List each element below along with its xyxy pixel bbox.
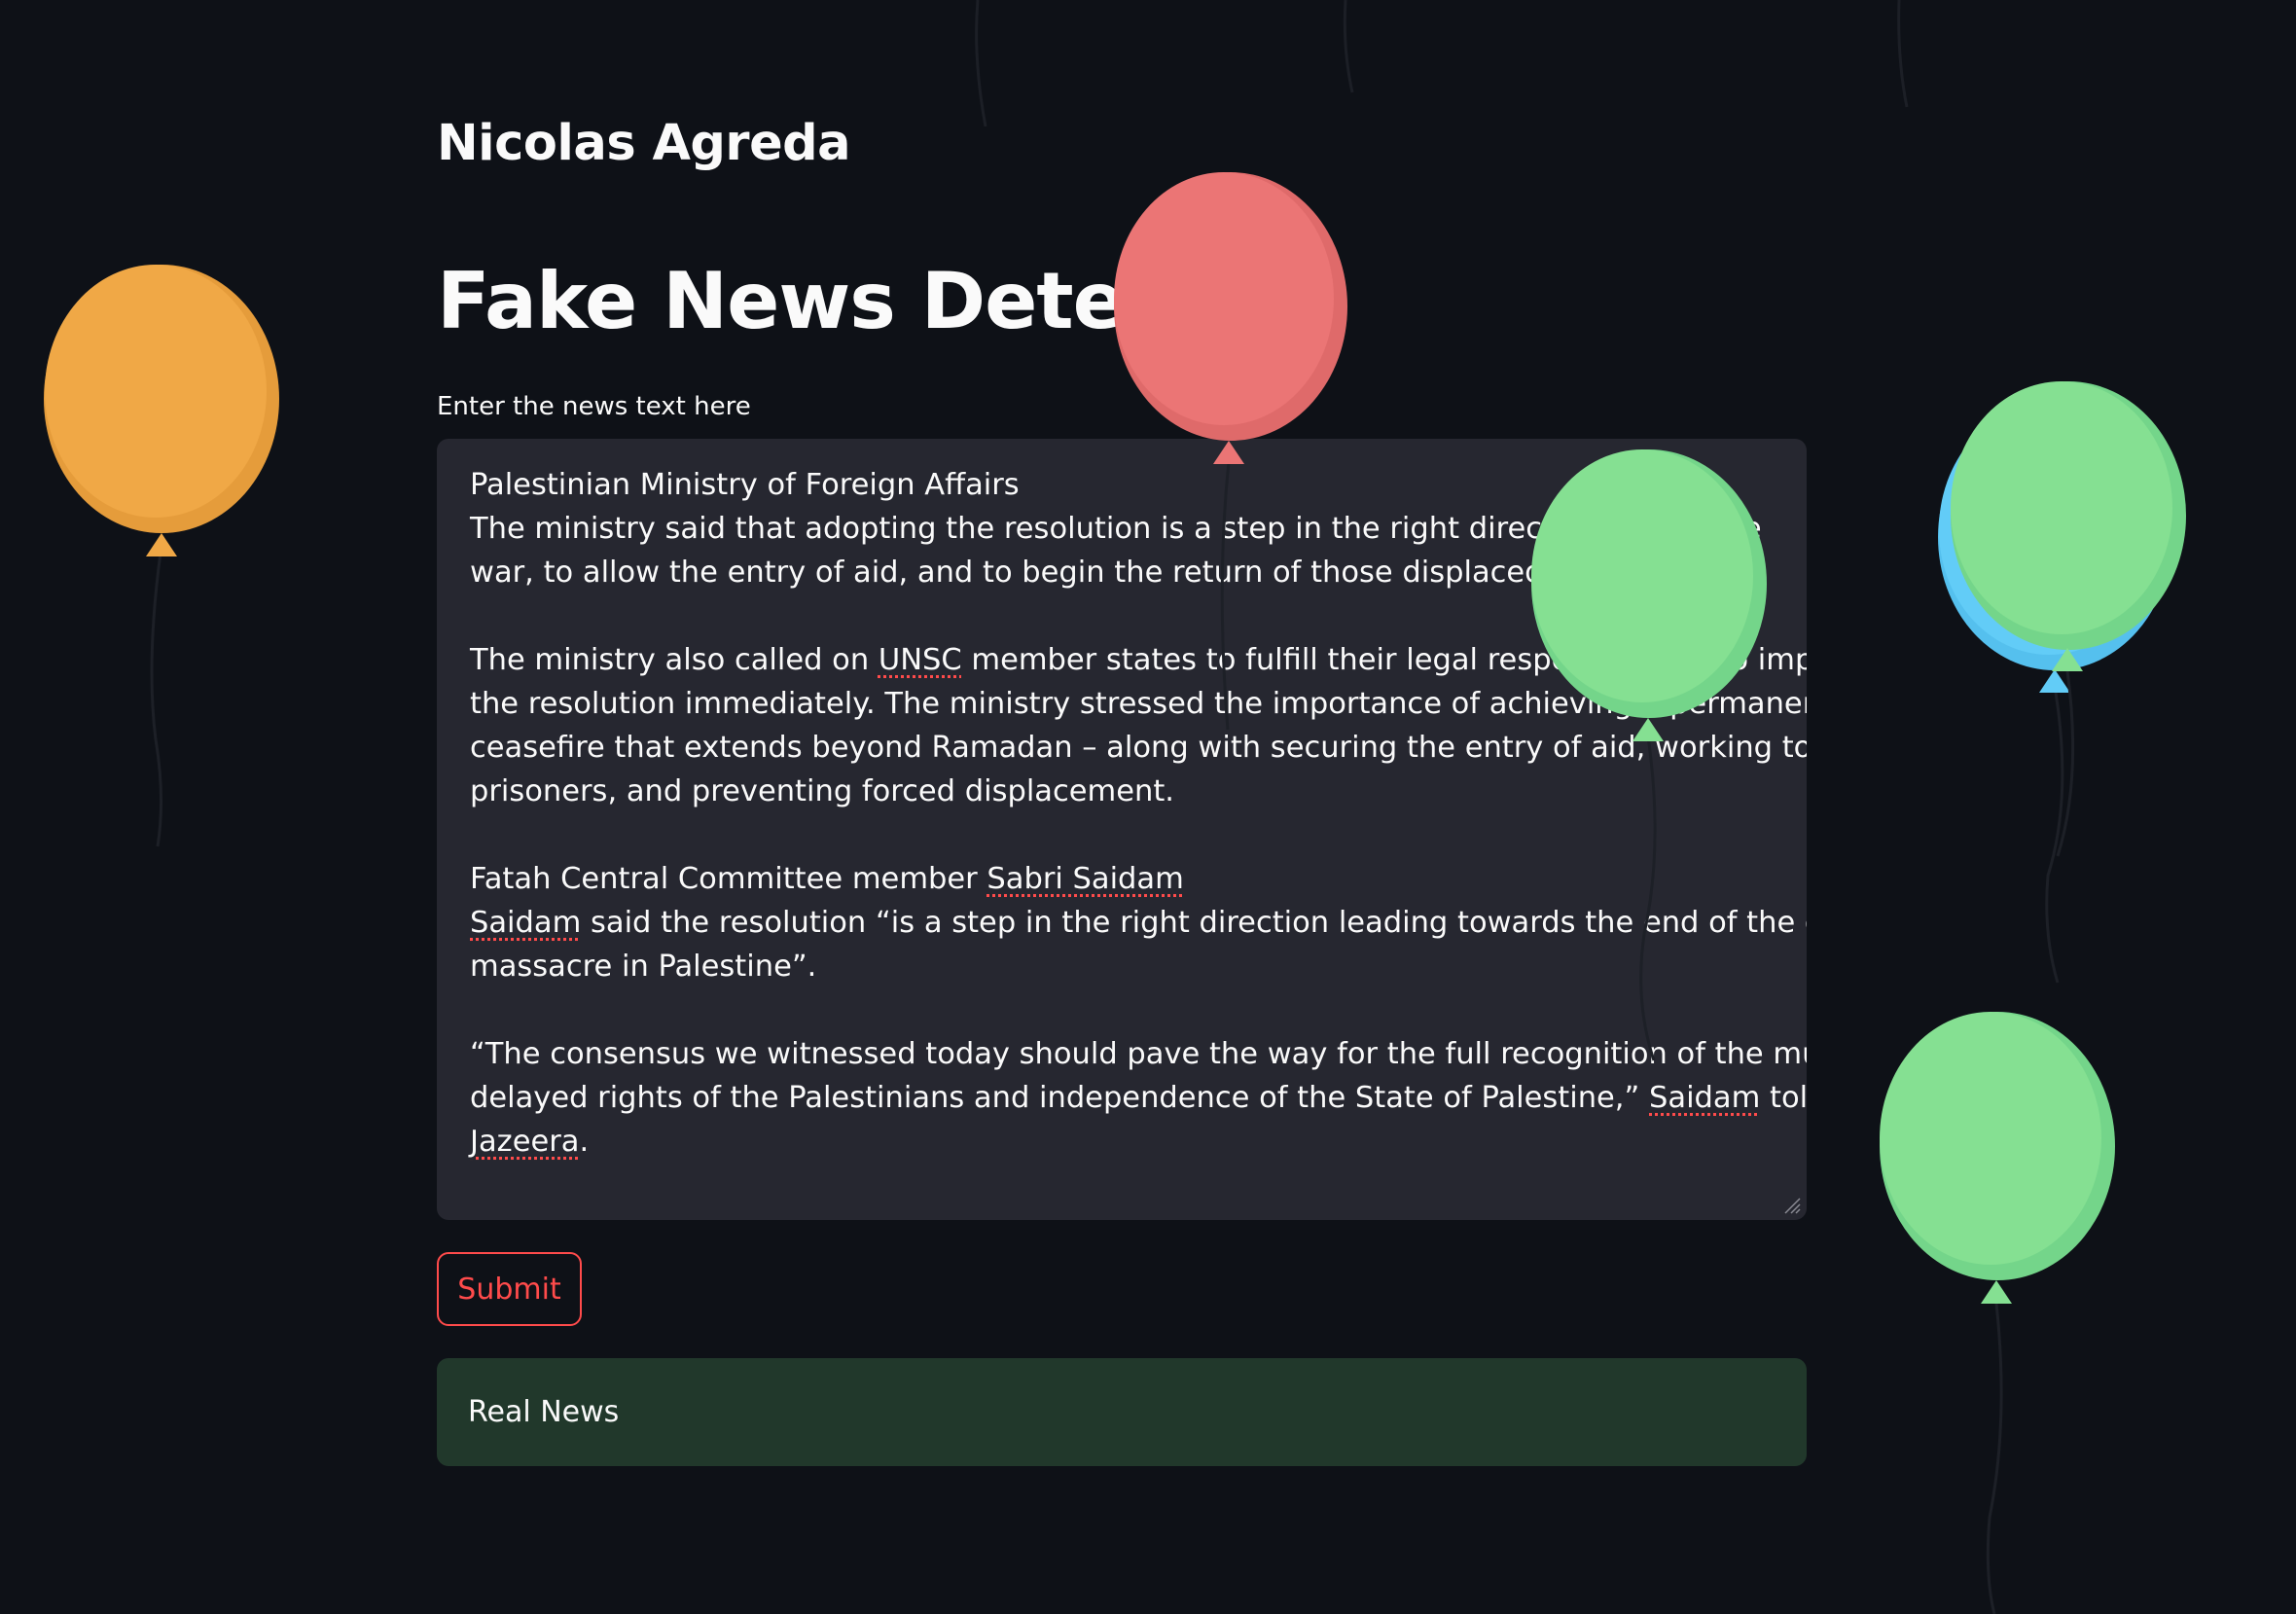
resize-handle-icon[interactable] [1781, 1195, 1801, 1214]
text-fragment: The ministry also called on [470, 643, 879, 677]
text-paragraph: The ministry also called on UNSC member … [470, 638, 1807, 813]
text-line: ceasefire that extends beyond Ramadan – … [470, 731, 1807, 765]
text-line: “The consensus we witnessed today should… [470, 1037, 1807, 1071]
text-line: prisoners, and preventing forced displac… [470, 774, 1174, 808]
text-line: The ministry said that adopting the reso… [470, 512, 1762, 546]
author-heading: Nicolas Agreda [437, 115, 851, 172]
text-line: Fatah Central Committee member Sabri Sai… [470, 857, 1774, 901]
text-fragment: Fatah Central Committee member [470, 862, 987, 896]
text-fragment: member states to fulfill their legal res… [971, 643, 1807, 677]
text-fragment: said the resolution “is a step in the ri… [581, 906, 1807, 940]
text-line: Saidam said the resolution “is a step in… [470, 901, 1807, 945]
spellcheck-word: Saidam [1649, 1081, 1761, 1115]
text-line: The ministry also called on UNSC member … [470, 638, 1807, 682]
green-balloon-icon [1880, 1012, 2115, 1614]
text-line: delayed rights of the Palestinians and i… [470, 1076, 1807, 1120]
spellcheck-word: Sabri Saidam [987, 862, 1184, 896]
page-title: Fake News Detection [437, 256, 1340, 346]
result-text: Real News [468, 1395, 620, 1429]
text-fragment: delayed rights of the Palestinians and i… [470, 1081, 1650, 1115]
text-line: the resolution immediately. The ministry… [470, 687, 1807, 721]
balloon-string [1897, 0, 1909, 108]
text-line: massacre in Palestine”. [470, 950, 817, 984]
spellcheck-word: UNSC [878, 643, 962, 677]
text-paragraph: “The consensus we witnessed today should… [470, 1032, 1807, 1164]
result-alert: Real News [437, 1358, 1807, 1466]
text-line: Palestinian Ministry of Foreign Affairs [470, 468, 1020, 502]
text-line: Jazeera. [470, 1120, 1774, 1164]
text-fragment: . [579, 1125, 590, 1159]
text-paragraph: Palestinian Ministry of Foreign Affairs … [470, 463, 1774, 594]
news-text-area[interactable]: Palestinian Ministry of Foreign Affairs … [437, 439, 1807, 1220]
balloon-string [1343, 0, 1354, 93]
submit-button[interactable]: Submit [437, 1252, 582, 1326]
blue-balloon-icon [1938, 404, 2171, 984]
text-fragment: told Al [1770, 1081, 1807, 1115]
spellcheck-word: Jazeera [470, 1125, 580, 1159]
text-line: war, to allow the entry of aid, and to b… [470, 556, 1554, 590]
text-paragraph: Fatah Central Committee member Sabri Sai… [470, 857, 1807, 988]
balloon-string [975, 0, 987, 127]
news-text-label: Enter the news text here [437, 392, 751, 421]
spellcheck-word: Saidam [470, 906, 582, 940]
orange-balloon-icon [44, 265, 279, 847]
green-balloon-icon [1951, 381, 2186, 857]
